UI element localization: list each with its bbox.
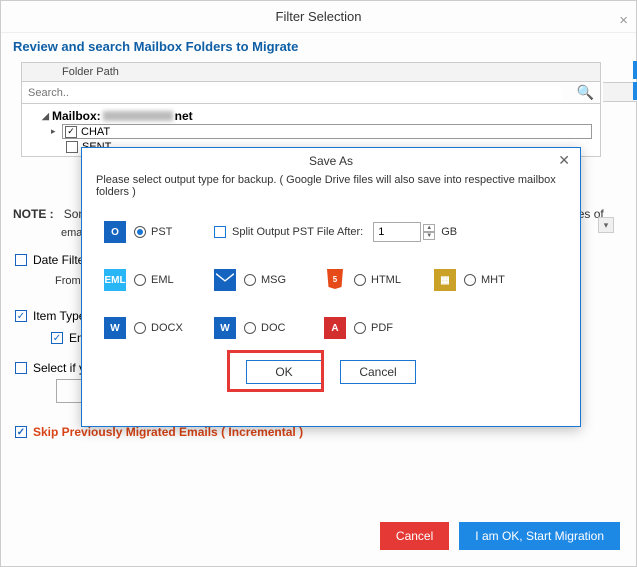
eml-icon: EML <box>104 269 126 291</box>
start-migration-button[interactable]: I am OK, Start Migration <box>459 522 620 550</box>
radio-doc[interactable] <box>244 322 256 334</box>
mailbox-suffix: net <box>175 109 193 123</box>
note-prefix: NOTE : <box>13 207 54 221</box>
dialog-title: Save As <box>309 154 353 168</box>
formats-grid: O PST Split Output PST File After: ▲▼ GB… <box>82 208 580 352</box>
ok-button[interactable]: OK <box>246 360 322 384</box>
mailbox-row[interactable]: ◢ Mailbox: net <box>28 108 594 124</box>
uncheck-all-button[interactable]: ✕ <box>633 82 637 100</box>
section-subtitle: Review and search Mailbox Folders to Mig… <box>1 33 636 62</box>
split-option[interactable]: Split Output PST File After: ▲▼ GB <box>214 222 457 242</box>
radio-docx[interactable] <box>134 322 146 334</box>
search-input[interactable] <box>22 86 562 100</box>
folder-label: CHAT <box>81 126 110 138</box>
svg-text:5: 5 <box>333 275 338 284</box>
radio-pdf[interactable] <box>354 322 366 334</box>
format-doc[interactable]: W DOC <box>214 317 324 339</box>
format-eml[interactable]: EML EML <box>104 269 214 291</box>
outlook-icon: O <box>104 221 126 243</box>
format-pdf[interactable]: A PDF <box>324 317 434 339</box>
checkbox[interactable] <box>15 254 27 266</box>
radio-mht[interactable] <box>464 274 476 286</box>
word-icon: W <box>214 317 236 339</box>
search-row: 🔍 <box>21 82 601 104</box>
folder-tree: Folder Path ▲ ✓ ✕ 🔍 ◢ Mailbox: net ▸ ✓ C… <box>21 62 616 157</box>
format-mht[interactable]: ▦ MHT <box>434 269 544 291</box>
spin-up-icon: ▲ <box>423 224 435 232</box>
search-icon[interactable]: 🔍 <box>577 84 594 101</box>
caret-down-icon[interactable]: ◢ <box>42 111 52 122</box>
html5-icon: 5 <box>324 269 346 291</box>
radio-pst[interactable] <box>134 226 146 238</box>
format-html[interactable]: 5 HTML <box>324 269 434 291</box>
checkbox[interactable] <box>15 310 27 322</box>
word-icon: W <box>104 317 126 339</box>
pdf-icon: A <box>324 317 346 339</box>
split-unit: GB <box>441 226 457 238</box>
filter-selection-window: Filter Selection × Review and search Mai… <box>0 0 637 567</box>
save-as-dialog: Save As ✕ Please select output type for … <box>81 147 581 427</box>
folder-path-label: Folder Path <box>62 66 119 78</box>
envelope-icon <box>214 269 236 291</box>
spinner[interactable]: ▲▼ <box>423 224 435 240</box>
check-all-button[interactable]: ✓ <box>633 61 637 79</box>
dialog-title-row: Save As ✕ <box>82 148 580 172</box>
redacted <box>103 111 173 121</box>
split-label: Split Output PST File After: <box>232 226 363 238</box>
split-value-input[interactable] <box>373 222 421 242</box>
dialog-hint: Please select output type for backup. ( … <box>82 172 580 208</box>
item-type-label: Item Type <box>33 309 85 323</box>
checkbox[interactable] <box>15 426 27 438</box>
tree-action-buttons: ✓ ✕ <box>633 61 637 103</box>
checkbox-split[interactable] <box>214 226 226 238</box>
checkbox-chat[interactable]: ✓ <box>65 126 77 138</box>
caret-right-icon[interactable]: ▸ <box>51 126 61 137</box>
format-msg[interactable]: MSG <box>214 269 324 291</box>
format-docx[interactable]: W DOCX <box>104 317 214 339</box>
checkbox-sent[interactable] <box>66 141 78 153</box>
format-pst[interactable]: O PST <box>104 221 214 243</box>
radio-msg[interactable] <box>244 274 256 286</box>
radio-html[interactable] <box>354 274 366 286</box>
close-icon[interactable]: ✕ <box>558 152 570 169</box>
bottom-buttons: Cancel I am OK, Start Migration <box>380 522 620 550</box>
spin-down-icon: ▼ <box>423 232 435 240</box>
checkbox[interactable] <box>15 362 27 374</box>
close-icon[interactable]: × <box>619 5 628 37</box>
cancel-button[interactable]: Cancel <box>340 360 416 384</box>
folder-row-chat[interactable]: ▸ ✓ CHAT <box>62 124 592 139</box>
window-title: Filter Selection <box>276 9 362 24</box>
mht-icon: ▦ <box>434 269 456 291</box>
radio-eml[interactable] <box>134 274 146 286</box>
mailbox-label: Mailbox: <box>52 109 101 123</box>
checkbox[interactable] <box>51 332 63 344</box>
scroll-down-button[interactable]: ▾ <box>598 217 614 233</box>
header-sort-icon[interactable]: ▲ <box>603 82 637 102</box>
titlebar: Filter Selection × <box>1 1 636 33</box>
dialog-buttons: OK Cancel <box>82 352 580 398</box>
folder-path-header[interactable]: Folder Path <box>21 62 601 82</box>
cancel-button[interactable]: Cancel <box>380 522 449 550</box>
